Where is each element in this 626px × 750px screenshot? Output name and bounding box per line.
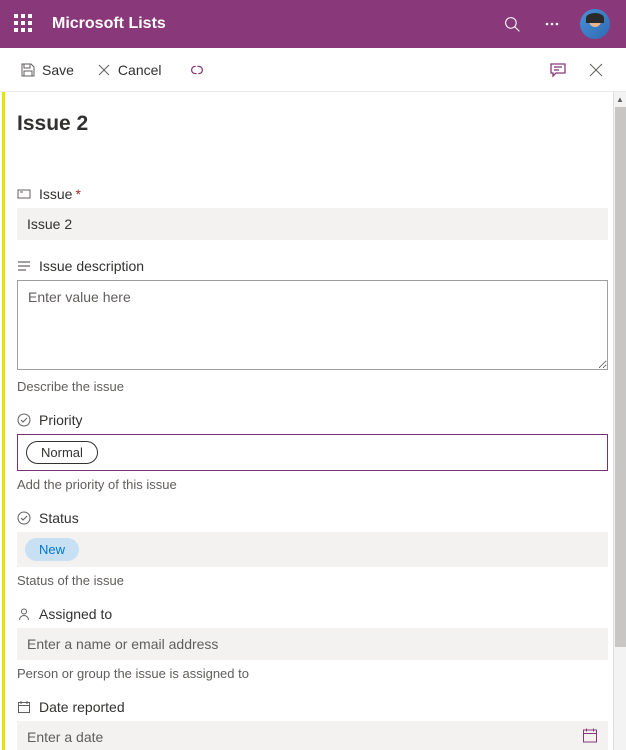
description-help: Describe the issue <box>17 379 608 394</box>
description-label: Issue description <box>17 258 608 274</box>
assigned-to-label: Assigned to <box>17 606 608 622</box>
field-date-reported: Date reported <box>17 699 608 750</box>
scroll-up-icon[interactable]: ▲ <box>614 92 626 107</box>
app-launcher-icon[interactable] <box>14 14 34 34</box>
close-icon <box>589 63 603 77</box>
issue-label: Issue * <box>17 186 608 202</box>
description-input[interactable] <box>17 280 608 370</box>
status-help: Status of the issue <box>17 573 608 588</box>
assigned-to-help: Person or group the issue is assigned to <box>17 666 608 681</box>
save-button[interactable]: Save <box>14 54 80 86</box>
toolbar: Save Cancel <box>0 48 626 92</box>
field-status: Status New Status of the issue <box>17 510 608 588</box>
comment-icon <box>549 61 567 79</box>
app-header: Microsoft Lists <box>0 0 626 48</box>
issue-input[interactable] <box>17 208 608 240</box>
more-icon[interactable] <box>536 8 568 40</box>
field-issue: Issue * <box>17 186 608 240</box>
required-indicator: * <box>75 186 80 202</box>
priority-value: Normal <box>26 441 98 464</box>
field-priority: Priority Normal Add the priority of this… <box>17 412 608 492</box>
status-label: Status <box>17 510 608 526</box>
priority-select[interactable]: Normal <box>17 434 608 471</box>
priority-help: Add the priority of this issue <box>17 477 608 492</box>
status-select[interactable]: New <box>17 532 608 567</box>
field-description: Issue description Describe the issue <box>17 258 608 394</box>
app-title: Microsoft Lists <box>52 15 166 33</box>
status-value: New <box>25 538 79 561</box>
date-reported-input[interactable] <box>17 721 608 750</box>
form-content: Issue 2 Issue * Issue description <box>0 92 626 750</box>
page-title: Issue 2 <box>17 112 608 136</box>
close-button[interactable] <box>580 54 612 86</box>
copy-link-button[interactable] <box>182 54 218 86</box>
save-icon <box>20 62 36 78</box>
avatar[interactable] <box>580 9 610 39</box>
choice-icon <box>17 413 31 427</box>
person-icon <box>17 607 31 621</box>
save-label: Save <box>42 62 74 78</box>
scrollbar-thumb[interactable] <box>615 107 626 647</box>
cancel-label: Cancel <box>118 62 162 78</box>
assigned-to-input[interactable] <box>17 628 608 660</box>
scrollbar[interactable]: ▲ <box>613 92 626 750</box>
text-field-icon <box>17 187 31 201</box>
search-icon[interactable] <box>496 8 528 40</box>
cancel-button[interactable]: Cancel <box>90 54 168 86</box>
priority-label: Priority <box>17 412 608 428</box>
cancel-icon <box>96 62 112 78</box>
date-reported-label: Date reported <box>17 699 608 715</box>
field-assigned-to: Assigned to Person or group the issue is… <box>17 606 608 681</box>
multiline-icon <box>17 259 31 273</box>
calendar-icon <box>17 700 31 714</box>
choice-icon <box>17 511 31 525</box>
link-icon <box>188 63 206 77</box>
comments-button[interactable] <box>542 54 574 86</box>
